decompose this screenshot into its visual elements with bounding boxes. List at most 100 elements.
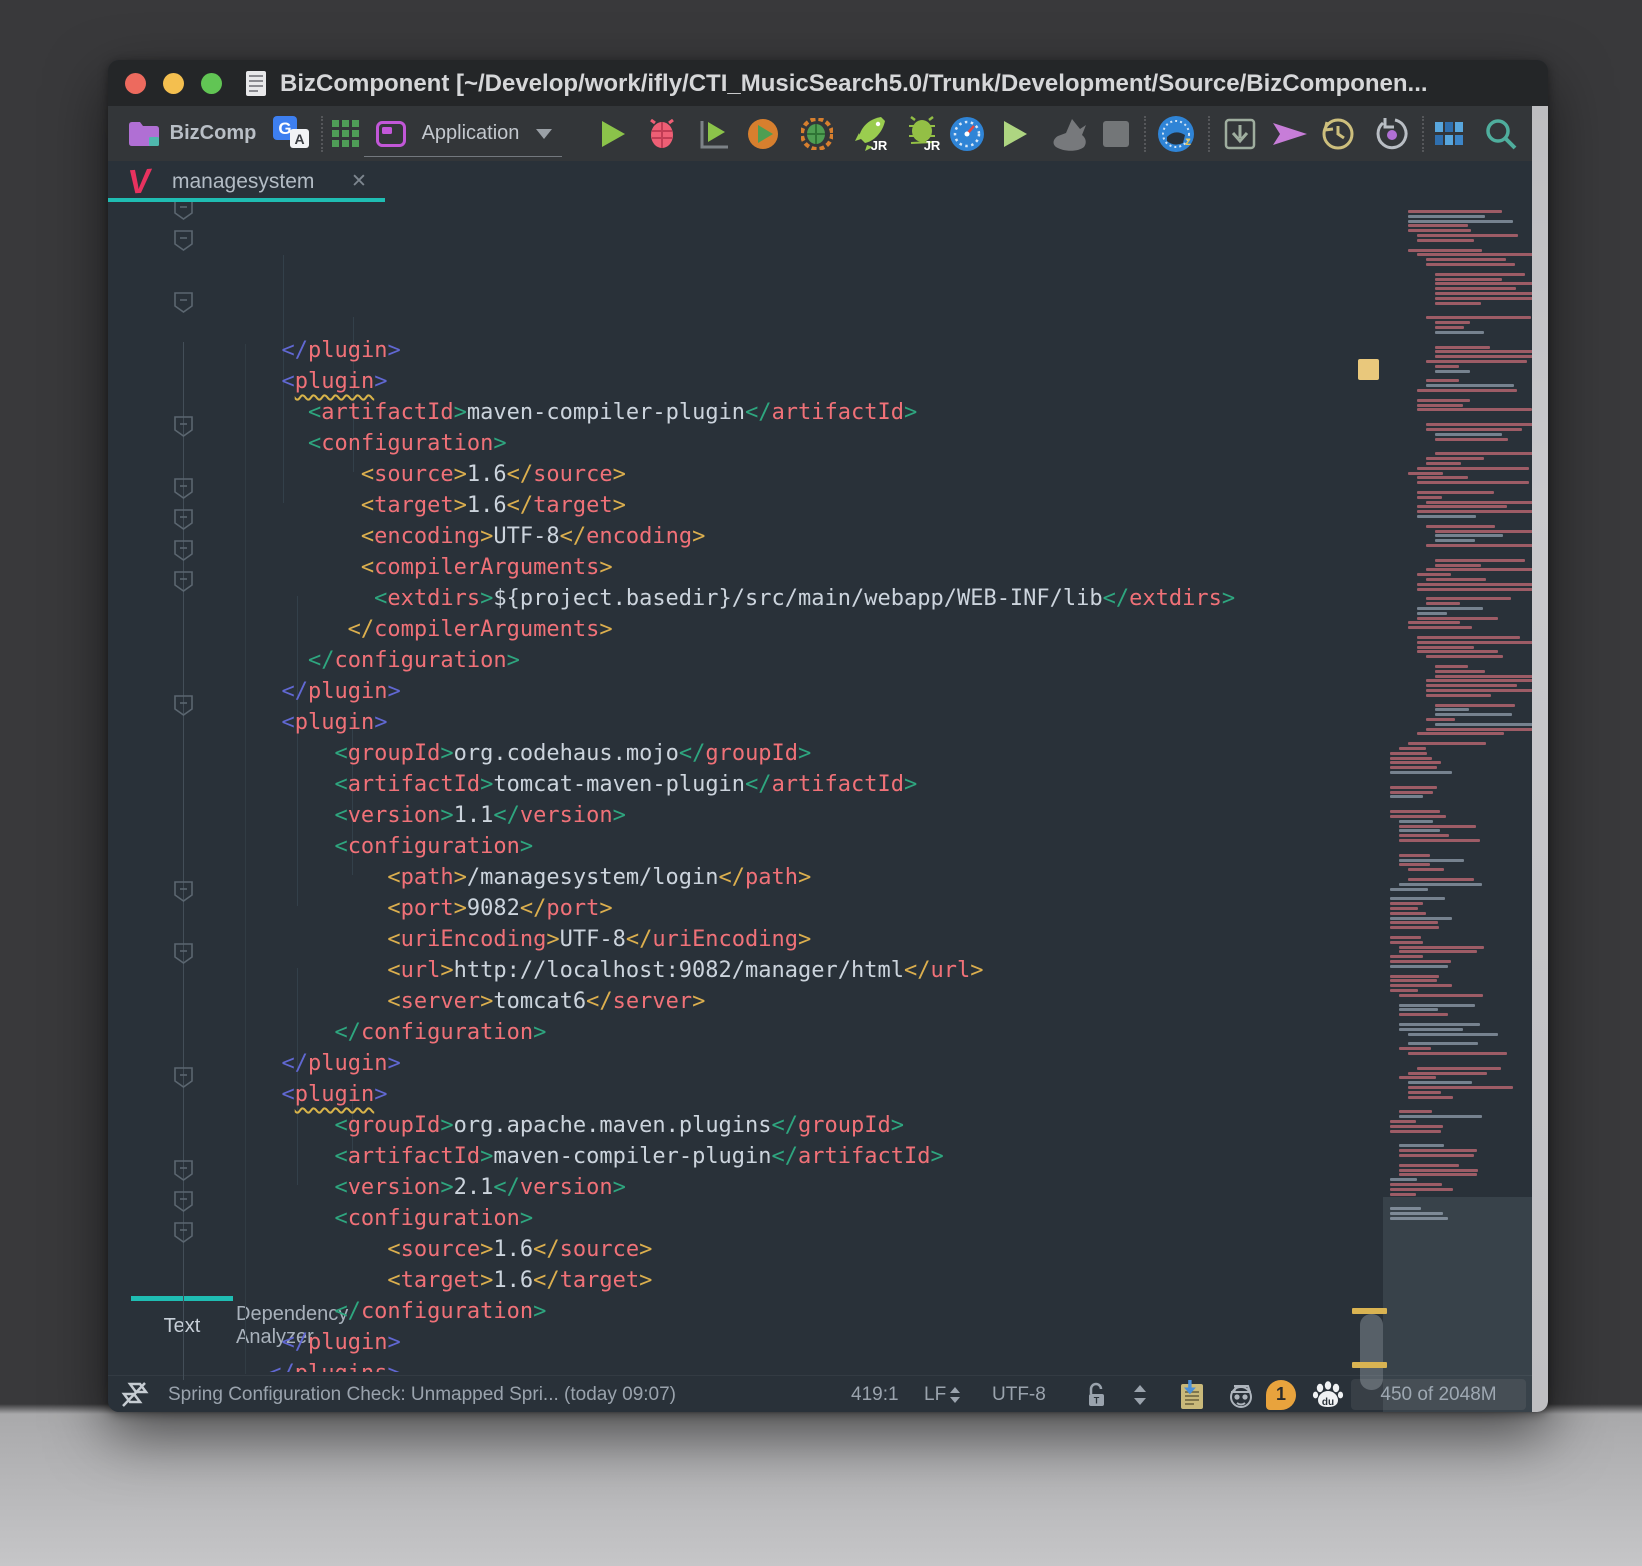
project-label[interactable]: BizComp <box>168 106 258 161</box>
update-icon[interactable] <box>1220 106 1260 161</box>
run-secondary-icon[interactable] <box>998 106 1032 161</box>
code-line[interactable]: </plugins> <box>108 1358 1548 1372</box>
code-line[interactable]: <artifactId>maven-compiler-plugin</artif… <box>108 1141 1548 1172</box>
fold-marker-icon[interactable] <box>173 477 194 500</box>
code-line[interactable]: <source>1.6</source> <box>108 1234 1548 1265</box>
code-line[interactable]: <configuration> <box>108 1203 1548 1234</box>
code-line[interactable]: <artifactId>maven-compiler-plugin</artif… <box>108 397 1548 428</box>
profile-debug-icon[interactable] <box>798 106 836 161</box>
code-line[interactable]: <encoding>UTF-8</encoding> <box>108 521 1548 552</box>
close-window-button[interactable] <box>125 73 146 94</box>
code-line[interactable]: </plugin> <box>108 340 1548 366</box>
code-line[interactable]: <uriEncoding>UTF-8</uriEncoding> <box>108 924 1548 955</box>
file-encoding[interactable]: UTF-8 <box>992 1376 1046 1412</box>
fold-marker-icon[interactable] <box>173 1221 194 1244</box>
minimap-bar <box>1399 950 1477 953</box>
scrollbar-thumb[interactable] <box>1360 1314 1383 1390</box>
grid-blue-icon[interactable] <box>1430 106 1470 161</box>
search-icon[interactable] <box>1480 106 1522 161</box>
project-folder-button[interactable] <box>122 106 166 161</box>
code-line[interactable]: <groupId>org.codehaus.mojo</groupId> <box>108 738 1548 769</box>
code-line[interactable]: <server>tomcat6</server> <box>108 986 1548 1017</box>
dictionary-plugin-icon[interactable] <box>1178 1376 1206 1412</box>
profile-icon[interactable] <box>744 106 782 161</box>
overlay-scrollbar-track[interactable] <box>1532 106 1548 1412</box>
tab-managesystem[interactable]: managesystem <box>172 170 314 194</box>
minimap-viewport[interactable] <box>1383 1197 1533 1412</box>
deploy-icon[interactable] <box>1270 106 1310 161</box>
code-line[interactable]: <version>1.1</version> <box>108 800 1548 831</box>
jrebel-debug-icon[interactable]: JR <box>904 106 944 161</box>
rabbit-icon[interactable] <box>1046 106 1090 161</box>
fold-marker-icon[interactable] <box>173 694 194 717</box>
run-icon[interactable] <box>596 106 630 161</box>
code-line[interactable]: <path>/managesystem/login</path> <box>108 862 1548 893</box>
fold-marker-icon[interactable] <box>173 880 194 903</box>
code-line[interactable]: <version>2.1</version> <box>108 1172 1548 1203</box>
code-line[interactable]: </compilerArguments> <box>108 614 1548 645</box>
paw-plugin-icon[interactable]: du <box>1312 1376 1344 1412</box>
zoom-window-button[interactable] <box>201 73 222 94</box>
jrebel-run-icon[interactable]: JR <box>850 106 892 161</box>
close-tab-icon[interactable]: ✕ <box>351 170 367 193</box>
minimap-bar <box>1390 795 1423 798</box>
unlock-icon[interactable]: T <box>1085 1376 1107 1412</box>
updown-icon[interactable] <box>1133 1376 1147 1412</box>
code-line[interactable]: </plugin> <box>108 1048 1548 1079</box>
notification-badge[interactable]: 1 <box>1266 1376 1296 1412</box>
stop-icon[interactable] <box>1098 106 1134 161</box>
gauge-icon[interactable] <box>946 106 988 161</box>
fold-marker-icon[interactable] <box>173 508 194 531</box>
fold-marker-icon[interactable] <box>173 1159 194 1182</box>
rollback-icon[interactable] <box>1372 106 1412 161</box>
caret-position[interactable]: 419:1 <box>851 1376 899 1412</box>
debug-icon[interactable] <box>644 106 680 161</box>
fold-marker-icon[interactable] <box>173 415 194 438</box>
minimize-window-button[interactable] <box>163 73 184 94</box>
code-line[interactable]: <groupId>org.apache.maven.plugins</group… <box>108 1110 1548 1141</box>
inspections-icon[interactable] <box>120 1376 150 1412</box>
code-content[interactable]: </plugin><plugin><artifactId>maven-compi… <box>108 340 1548 1372</box>
editor-area[interactable]: </plugin><plugin><artifactId>maven-compi… <box>108 202 1548 1272</box>
code-line[interactable]: <artifactId>tomcat-maven-plugin</artifac… <box>108 769 1548 800</box>
code-line[interactable]: <configuration> <box>108 428 1548 459</box>
code-line[interactable]: <plugin> <box>108 1079 1548 1110</box>
code-line[interactable]: <plugin> <box>108 366 1548 397</box>
fold-marker-icon[interactable] <box>173 570 194 593</box>
code-line[interactable]: <plugin> <box>108 707 1548 738</box>
code-line[interactable]: <target>1.6</target> <box>108 1265 1548 1296</box>
code-line[interactable]: </plugin> <box>108 1327 1548 1358</box>
fold-marker-icon[interactable] <box>173 1066 194 1089</box>
fold-marker-icon[interactable] <box>173 1190 194 1213</box>
fold-marker-icon[interactable] <box>173 942 194 965</box>
code-line[interactable]: <port>9082</port> <box>108 893 1548 924</box>
app-config-icon[interactable] <box>370 106 412 161</box>
fold-marker-icon[interactable] <box>173 539 194 562</box>
code-viewport[interactable]: </plugin><plugin><artifactId>maven-compi… <box>108 340 1548 1372</box>
translate-icon[interactable]: GA <box>270 106 314 161</box>
caret-down-icon[interactable] <box>532 106 556 161</box>
code-line[interactable]: </configuration> <box>108 1017 1548 1048</box>
code-line[interactable]: <extdirs>${project.basedir}/src/main/web… <box>108 583 1548 614</box>
code-line[interactable]: </configuration> <box>108 1296 1548 1327</box>
robot-plugin-icon[interactable] <box>1226 1376 1256 1412</box>
grid-green-icon[interactable] <box>324 106 368 161</box>
coverage-run-icon[interactable] <box>696 106 732 161</box>
minimap-bar <box>1399 747 1426 750</box>
code-line[interactable]: <target>1.6</target> <box>108 490 1548 521</box>
code-line[interactable]: <source>1.6</source> <box>108 459 1548 490</box>
history-icon[interactable] <box>1318 106 1358 161</box>
status-message[interactable]: Spring Configuration Check: Unmapped Spr… <box>168 1376 676 1412</box>
title-bar[interactable]: BizComponent [~/Develop/work/ifly/CTI_Mu… <box>108 60 1548 106</box>
line-separator[interactable]: LF <box>924 1376 961 1412</box>
code-line[interactable]: </configuration> <box>108 645 1548 676</box>
code-line[interactable]: <url>http://localhost:9082/manager/html<… <box>108 955 1548 986</box>
toolbar-separator <box>1144 116 1146 152</box>
xrebel-icon[interactable]: z <box>1154 106 1198 161</box>
run-config-selector[interactable]: Application <box>408 106 533 161</box>
fold-marker-icon[interactable] <box>173 229 194 252</box>
fold-marker-icon[interactable] <box>173 291 194 314</box>
code-line[interactable]: <configuration> <box>108 831 1548 862</box>
code-line[interactable]: <compilerArguments> <box>108 552 1548 583</box>
code-line[interactable]: </plugin> <box>108 676 1548 707</box>
